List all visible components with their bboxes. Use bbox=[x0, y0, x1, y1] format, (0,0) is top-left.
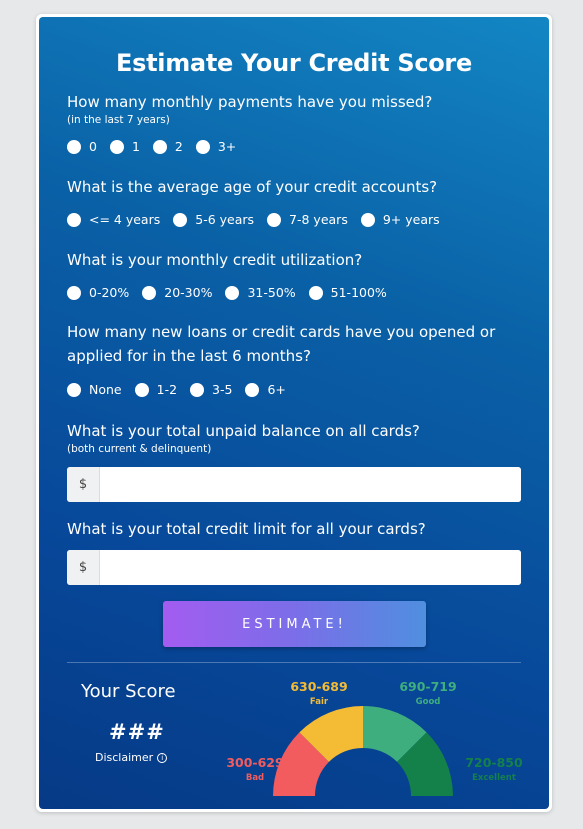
age-option-7-8[interactable]: 7-8 years bbox=[267, 212, 348, 227]
radio-button[interactable] bbox=[109, 139, 124, 154]
radio-button[interactable] bbox=[190, 382, 205, 397]
radio-button[interactable] bbox=[225, 285, 240, 300]
utilization-option-31-50[interactable]: 31-50% bbox=[225, 285, 296, 300]
utilization-option-20-30[interactable]: 20-30% bbox=[142, 285, 212, 300]
option-label: 1 bbox=[131, 139, 140, 154]
option-label: 51-100% bbox=[330, 285, 387, 300]
radio-button[interactable] bbox=[142, 285, 157, 300]
radio-button[interactable] bbox=[152, 139, 167, 154]
disclaimer-link[interactable]: Disclaimer i bbox=[95, 751, 168, 764]
radio-button[interactable] bbox=[67, 382, 81, 397]
limit-input-group: $ bbox=[67, 550, 521, 585]
question-missed-payments: How many monthly payments have you misse… bbox=[67, 90, 432, 126]
radio-button[interactable] bbox=[360, 212, 375, 227]
radio-button[interactable] bbox=[173, 212, 188, 227]
missed-option-2[interactable]: 2 bbox=[152, 139, 183, 154]
new-credit-option-6plus[interactable]: 6+ bbox=[245, 382, 286, 397]
utilization-options: 0-20% 20-30% 31-50% 51-100% bbox=[67, 285, 387, 300]
question-new-credit: How many new loans or credit cards have … bbox=[67, 320, 517, 368]
new-credit-option-3-5[interactable]: 3-5 bbox=[190, 382, 232, 397]
option-label: <= 4 years bbox=[89, 212, 161, 227]
balance-input[interactable] bbox=[100, 467, 521, 502]
age-option-5-6[interactable]: 5-6 years bbox=[173, 212, 254, 227]
question-unpaid-balance: What is your total unpaid balance on all… bbox=[67, 419, 420, 455]
question-missed-subtext: (in the last 7 years) bbox=[67, 114, 170, 126]
option-label: 0-20% bbox=[89, 285, 130, 300]
missed-options: 0 1 2 3+ bbox=[67, 139, 236, 154]
missed-option-3plus[interactable]: 3+ bbox=[195, 139, 237, 154]
option-label: 6+ bbox=[267, 382, 286, 397]
option-label: 31-50% bbox=[247, 285, 296, 300]
utilization-option-0-20[interactable]: 0-20% bbox=[67, 285, 129, 300]
band-good: 690-719 Good bbox=[398, 679, 458, 707]
question-credit-limit: What is your total credit limit for all … bbox=[67, 517, 426, 541]
question-missed-text: How many monthly payments have you misse… bbox=[67, 93, 433, 111]
radio-button[interactable] bbox=[67, 212, 81, 227]
question-utilization: What is your monthly credit utilization? bbox=[67, 248, 362, 272]
radio-button[interactable] bbox=[67, 139, 81, 154]
option-label: 7-8 years bbox=[289, 212, 348, 227]
dollar-prefix: $ bbox=[67, 550, 100, 585]
question-utilization-text: What is your monthly credit utilization? bbox=[67, 251, 363, 269]
new-credit-options: None 1-2 3-5 6+ bbox=[67, 382, 286, 397]
missed-option-1[interactable]: 1 bbox=[109, 139, 140, 154]
score-value: ### bbox=[109, 720, 165, 744]
age-option-4-or-less[interactable]: <= 4 years bbox=[67, 212, 160, 227]
radio-button[interactable] bbox=[195, 139, 210, 154]
info-icon[interactable]: i bbox=[157, 752, 168, 763]
disclaimer-label: Disclaimer bbox=[95, 751, 154, 764]
band-good-range: 690-719 bbox=[399, 679, 457, 694]
option-label: 3-5 bbox=[212, 382, 233, 397]
radio-button[interactable] bbox=[267, 212, 282, 227]
radio-button[interactable] bbox=[67, 285, 81, 300]
option-label: 5-6 years bbox=[195, 212, 255, 227]
band-fair-range: 630-689 bbox=[290, 679, 348, 694]
radio-button[interactable] bbox=[308, 285, 323, 300]
band-excellent-label: Excellent bbox=[472, 773, 516, 783]
question-balance-text: What is your total unpaid balance on all… bbox=[67, 422, 420, 440]
band-excellent-range: 720-850 bbox=[465, 755, 523, 770]
question-account-age: What is the average age of your credit a… bbox=[67, 175, 437, 199]
estimate-button[interactable]: ESTIMATE! bbox=[163, 601, 426, 647]
band-fair: 630-689 Fair bbox=[289, 679, 349, 707]
band-excellent: 720-850 Excellent bbox=[459, 755, 529, 783]
option-label: 1-2 bbox=[156, 382, 178, 397]
option-label: 0 bbox=[89, 139, 97, 154]
radio-button[interactable] bbox=[245, 382, 260, 397]
question-balance-subtext: (both current & delinquent) bbox=[67, 443, 212, 455]
limit-input[interactable] bbox=[100, 550, 521, 585]
page-title: Estimate Your Credit Score bbox=[116, 49, 472, 77]
radio-button[interactable] bbox=[134, 382, 149, 397]
option-label: 2 bbox=[174, 139, 183, 154]
age-option-9plus[interactable]: 9+ years bbox=[360, 212, 440, 227]
divider bbox=[67, 662, 521, 663]
age-options: <= 4 years 5-6 years 7-8 years 9+ years bbox=[67, 212, 440, 227]
question-age-text: What is the average age of your credit a… bbox=[67, 178, 438, 196]
dollar-prefix: $ bbox=[67, 467, 100, 502]
utilization-option-51-100[interactable]: 51-100% bbox=[308, 285, 387, 300]
option-label: 3+ bbox=[217, 139, 237, 154]
your-score-heading: Your Score bbox=[81, 681, 176, 702]
option-label: 20-30% bbox=[164, 285, 213, 300]
question-limit-text: What is your total credit limit for all … bbox=[67, 520, 426, 538]
option-label: 9+ years bbox=[382, 212, 440, 227]
score-gauge bbox=[273, 706, 453, 796]
question-new-credit-text: How many new loans or credit cards have … bbox=[67, 323, 496, 365]
credit-estimator-card: Estimate Your Credit Score How many mont… bbox=[39, 17, 549, 809]
new-credit-option-none[interactable]: None bbox=[67, 382, 122, 397]
missed-option-0[interactable]: 0 bbox=[67, 139, 97, 154]
new-credit-option-1-2[interactable]: 1-2 bbox=[134, 382, 178, 397]
option-label: None bbox=[89, 382, 122, 397]
balance-input-group: $ bbox=[67, 467, 521, 502]
